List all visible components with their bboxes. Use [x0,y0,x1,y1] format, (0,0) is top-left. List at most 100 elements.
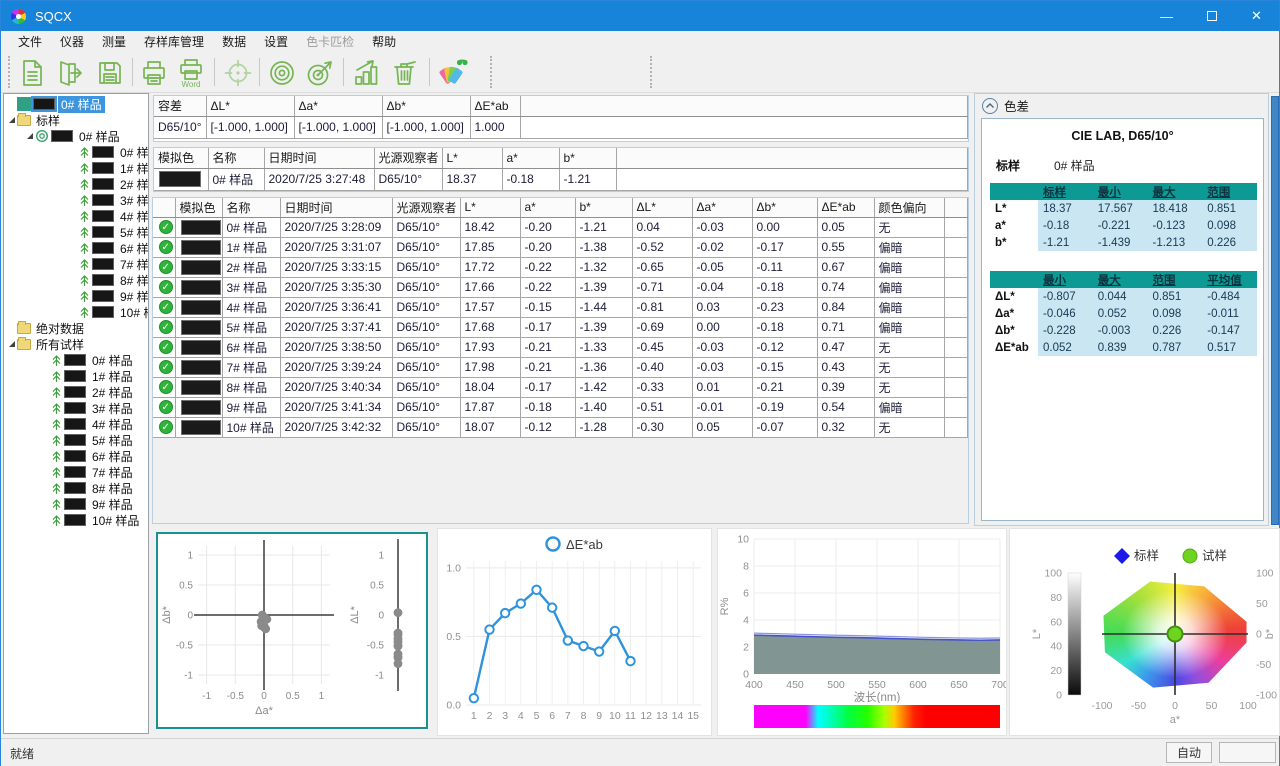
svg-text:-0.5: -0.5 [367,641,385,652]
color-swatch [92,226,114,238]
tree-item[interactable]: 7# 样品 [4,464,148,480]
tree-item[interactable]: 6# 样品 [4,448,148,464]
sample-row[interactable]: ✓7# 样品2020/7/25 3:39:24D65/10°17.98-0.21… [153,357,968,377]
menu-item[interactable]: 数据 [213,31,255,52]
sample-row[interactable]: ✓9# 样品2020/7/25 3:41:34D65/10°17.87-0.18… [153,397,968,417]
tree-item[interactable]: 4# 样品 [4,208,148,224]
menu-item[interactable]: 文件 [9,31,51,52]
svg-text:Word: Word [182,80,201,89]
print-word-button[interactable]: Word [173,55,209,91]
svg-text:9: 9 [596,710,602,722]
collapse-panel-button[interactable] [982,98,998,114]
svg-text:3: 3 [502,710,508,722]
tree-item[interactable]: 标样 [4,112,148,128]
close-button[interactable]: ✕ [1234,1,1279,31]
tree-item-label: 标样 [33,112,63,129]
tree-expander-icon [70,308,79,317]
tree-item[interactable]: 2# 样品 [4,384,148,400]
sample-row[interactable]: ✓4# 样品2020/7/25 3:36:41D65/10°17.57-0.15… [153,297,968,317]
menu-item[interactable]: 测量 [93,31,135,52]
standard-row[interactable]: 0# 样品2020/7/25 3:27:48D65/10°18.37-0.18-… [154,168,968,190]
sample-row[interactable]: ✓10# 样品2020/7/25 3:42:32D65/10°18.07-0.1… [153,417,968,437]
tree-item[interactable]: 5# 样品 [4,432,148,448]
tree-item[interactable]: 绝对数据 [4,320,148,336]
tree-item[interactable]: 0# 样品 [4,128,148,144]
ab-scatter-panel[interactable]: -1-1-0.5-0.5000.50.511Δb*Δa*-1-0.500.51Δ… [156,532,428,729]
tree-item[interactable]: 5# 样品 [4,224,148,240]
delete-button[interactable] [386,55,422,91]
tree-item[interactable]: 6# 样品 [4,240,148,256]
tree-item[interactable]: 3# 样品 [4,400,148,416]
tree-expander-icon [8,324,17,333]
print-button[interactable] [136,55,172,91]
save-button[interactable] [92,55,128,91]
delta-e-trend-panel[interactable]: 1234567891011121314150.00.51.0ΔE*ab [437,528,712,736]
auto-mode-indicator[interactable]: 自动 [1166,742,1212,763]
toolbar-grip[interactable] [490,56,493,88]
arrow-icon [51,417,62,431]
sample-row[interactable]: ✓8# 样品2020/7/25 3:40:34D65/10°18.04-0.17… [153,377,968,397]
color-swatch [64,466,86,478]
sample-row[interactable]: ✓0# 样品2020/7/25 3:28:09D65/10°18.42-0.20… [153,217,968,237]
sample-row[interactable]: ✓2# 样品2020/7/25 3:33:15D65/10°17.72-0.22… [153,257,968,277]
measure-standard-button[interactable] [264,55,300,91]
color-card-search-button[interactable] [435,55,471,91]
menu-item[interactable]: 仪器 [51,31,93,52]
measure-sample-button[interactable] [302,55,338,91]
tree-item[interactable]: 1# 样品 [4,160,148,176]
reflectance-panel[interactable]: 4004505005506006507000246810R%波长(nm) [717,528,1007,736]
tree-item[interactable]: 3# 样品 [4,192,148,208]
tree-item[interactable]: 2# 样品 [4,176,148,192]
tree-expander-icon[interactable] [26,132,35,141]
sample-row[interactable]: ✓6# 样品2020/7/25 3:38:50D65/10°17.93-0.21… [153,337,968,357]
tree-item[interactable]: 4# 样品 [4,416,148,432]
tree-item[interactable]: 9# 样品 [4,496,148,512]
menu-item[interactable]: 帮助 [363,31,405,52]
menu-item: 色卡匹检 [297,31,363,52]
tree-expander-icon[interactable] [8,340,17,349]
maximize-button[interactable] [1189,1,1234,31]
tree-expander-icon [42,452,51,461]
menu-item[interactable]: 设置 [255,31,297,52]
color-swatch [64,402,86,414]
tree-expander-icon[interactable] [8,116,17,125]
tree-item[interactable]: 10# 样品 [4,304,148,320]
tree-item[interactable]: 8# 样品 [4,272,148,288]
statistics-button[interactable] [348,55,384,91]
tree-item[interactable]: 1# 样品 [4,368,148,384]
maximize-icon [1207,11,1217,21]
toolbar-grip[interactable] [8,56,11,88]
color-swatch [64,370,86,382]
sample-row[interactable]: ✓3# 样品2020/7/25 3:35:30D65/10°17.66-0.22… [153,277,968,297]
color-swatch [181,420,221,435]
open-export-button[interactable] [52,55,88,91]
tree-item[interactable]: 8# 样品 [4,480,148,496]
tree-item[interactable]: 0# 样品 [4,144,148,160]
svg-text:100: 100 [1044,568,1062,580]
tree-item[interactable]: 0# 样品 [4,96,148,112]
tree-item[interactable]: 7# 样品 [4,256,148,272]
tree-item-label: 4# 样品 [89,416,136,433]
menu-item[interactable]: 存样库管理 [135,31,213,52]
arrow-icon [51,433,62,447]
lab-gamut-panel[interactable]: 标样试样100806040200L*100500-50-100b*-100-50… [1009,528,1280,736]
tree-item-label: 10# 样品 [89,512,142,529]
tolerance-row[interactable]: D65/10°[-1.000, 1.000][-1.000, 1.000][-1… [154,116,968,138]
ab-scatter-chart: -1-1-0.5-0.5000.50.511Δb*Δa*-1-0.500.51Δ… [158,534,426,727]
minimize-button[interactable]: — [1144,1,1189,31]
tree-item[interactable]: 0# 样品 [4,352,148,368]
status-bar: 就绪 自动 [1,738,1279,766]
svg-text:40: 40 [1050,641,1062,653]
svg-text:L*: L* [1031,628,1043,639]
sample-row[interactable]: ✓5# 样品2020/7/25 3:37:41D65/10°17.68-0.17… [153,317,968,337]
new-document-button[interactable] [14,55,50,91]
tree-item[interactable]: 10# 样品 [4,512,148,528]
tree-item[interactable]: 9# 样品 [4,288,148,304]
cie-lab-title: CIE LAB, D65/10° [982,129,1263,143]
collapsed-panel-strip[interactable] [1271,96,1279,525]
sample-row[interactable]: ✓1# 样品2020/7/25 3:31:07D65/10°17.85-0.20… [153,237,968,257]
tree-item[interactable]: 所有试样 [4,336,148,352]
toolbar-grip[interactable] [650,56,653,88]
calibrate-button[interactable] [220,55,256,91]
svg-text:标样: 标样 [1134,548,1159,563]
